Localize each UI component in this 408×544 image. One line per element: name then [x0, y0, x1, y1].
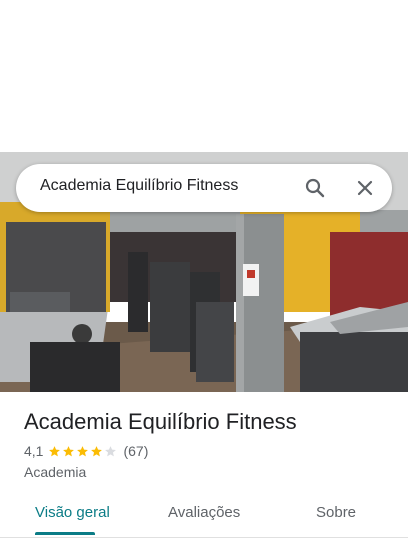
place-title: Academia Equilíbrio Fitness: [24, 409, 297, 434]
tabs-divider: [0, 537, 408, 538]
tab-reviews[interactable]: Avaliações: [168, 504, 240, 521]
close-icon[interactable]: [353, 176, 377, 200]
place-tabs: Visão geral Avaliações Sobre: [0, 498, 408, 538]
active-tab-indicator: [35, 532, 95, 535]
place-category: Academia: [24, 464, 87, 480]
rating-value: 4,1: [24, 443, 44, 459]
star-icon: [91, 445, 103, 456]
star-icon: [77, 445, 89, 456]
search-bar[interactable]: Academia Equilíbrio Fitness: [16, 164, 392, 212]
search-icon[interactable]: [303, 176, 327, 200]
rating-row[interactable]: 4,1 (67): [24, 442, 394, 460]
tab-about[interactable]: Sobre: [316, 504, 356, 521]
search-input[interactable]: Academia Equilíbrio Fitness: [40, 177, 238, 195]
tab-overview[interactable]: Visão geral: [35, 504, 110, 521]
star-empty-icon: [105, 445, 117, 456]
place-info: Academia Equilíbrio Fitness 4,1 (67) Aca…: [24, 408, 394, 480]
rating-stars: [48, 445, 117, 458]
star-icon: [49, 445, 61, 456]
star-icon: [63, 445, 75, 456]
review-count[interactable]: (67): [123, 443, 148, 459]
